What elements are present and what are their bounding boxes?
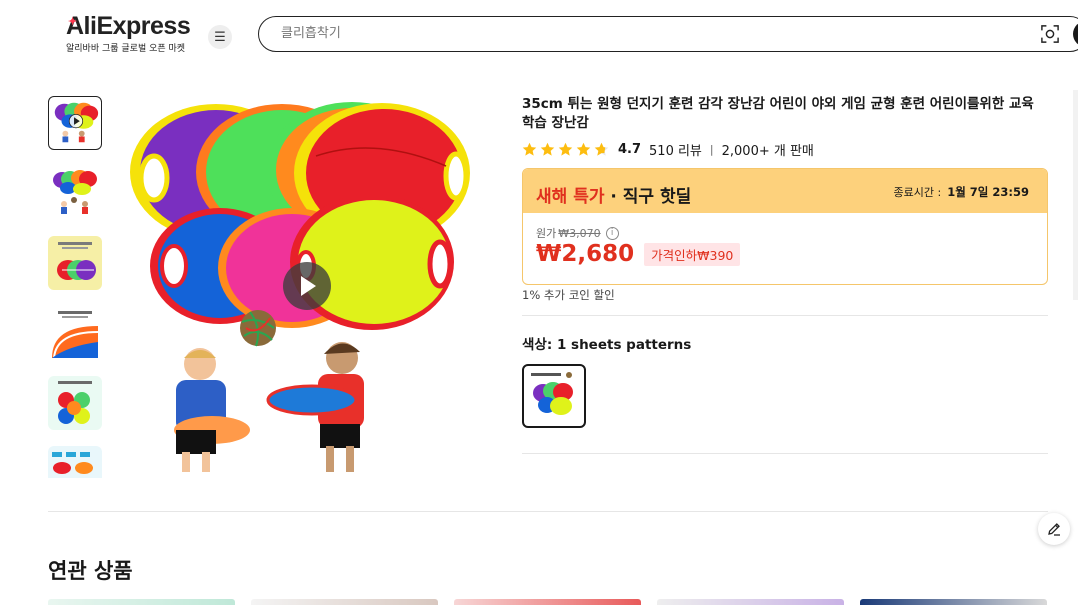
deal-title-rest: · 직구 핫딜 (604, 187, 692, 207)
search-input[interactable] (281, 17, 981, 50)
related-products-title: 연관 상품 (48, 559, 133, 583)
star-icon (576, 142, 591, 156)
star-icon (540, 142, 555, 156)
related-product-card[interactable] (251, 599, 438, 605)
thumbnail-image-6[interactable] (48, 446, 102, 478)
hamburger-icon: ☰ (214, 29, 226, 45)
price-row: ₩2,680 가격인하₩390 (536, 241, 741, 267)
star-half-icon (594, 142, 609, 156)
related-product-card[interactable] (454, 599, 641, 605)
star-icon (522, 142, 537, 156)
search-bar (258, 16, 1078, 52)
original-price: ₩3,070 (558, 226, 601, 240)
related-product-card[interactable] (860, 599, 1047, 605)
search-button[interactable] (1073, 21, 1078, 47)
related-product-card[interactable] (48, 599, 235, 605)
thumbnail-list (48, 96, 104, 478)
section-divider (48, 511, 1048, 512)
divider (522, 315, 1048, 316)
logo-subtitle: 알리바바 그룹 글로벌 오픈 마켓 (66, 44, 186, 54)
related-products-list (48, 599, 1048, 605)
color-swatch-selected[interactable] (522, 364, 586, 428)
thumbnail-image-5[interactable] (48, 376, 102, 430)
thumbnail-image-3[interactable] (48, 236, 102, 290)
separator: | (709, 142, 714, 156)
deal-title: 새해 특가 · 직구 핫딜 (536, 182, 691, 207)
sale-price: ₩2,680 (536, 241, 635, 267)
sparkle-icon: ✦ (68, 16, 77, 28)
deal-end-time: 종료시간 : 1월 7일 23:59 (894, 184, 1029, 200)
review-count[interactable]: 510 리뷰 (649, 140, 702, 159)
menu-button[interactable]: ☰ (208, 25, 232, 49)
coin-discount-note: 1% 추가 코인 할인 (522, 288, 615, 302)
rating-value: 4.7 (618, 141, 642, 157)
color-option-label: 색상: 1 sheets patterns (522, 337, 692, 353)
main-product-image[interactable] (116, 96, 498, 478)
product-title: 35cm 튀는 원형 던지기 훈련 감각 장난감 어린이 야외 게임 균형 훈련… (522, 96, 1034, 131)
star-icon (558, 142, 573, 156)
thumbnail-image-2[interactable] (48, 166, 102, 220)
related-product-card[interactable] (657, 599, 844, 605)
divider (522, 453, 1048, 454)
thumbnail-image-4[interactable] (48, 306, 102, 360)
star-rating (522, 142, 609, 157)
deal-header: 새해 특가 · 직구 핫딜 종료시간 : 1월 7일 23:59 (523, 169, 1047, 213)
logo-text: AliExpress (66, 12, 191, 40)
sold-count: 2,000+ 개 판매 (721, 143, 814, 159)
deal-end-label: 종료시간 : (893, 186, 942, 199)
scroll-edge (1073, 90, 1078, 300)
edit-button[interactable] (1038, 513, 1070, 545)
deal-end-value: 1월 7일 23:59 (947, 185, 1029, 199)
original-price-row: 원가 ₩3,070 i (536, 225, 619, 241)
thumbnail-video[interactable] (48, 96, 102, 150)
camera-search-icon[interactable] (1041, 25, 1059, 43)
deal-title-highlight: 새해 특가 (536, 187, 605, 207)
discount-badge: 가격인하₩390 (644, 242, 741, 266)
original-price-label: 원가 (536, 227, 557, 240)
aliexpress-logo[interactable]: ✦ AliExpress 알리바바 그룹 글로벌 오픈 마켓 (66, 12, 191, 54)
rating-row[interactable]: 4.7 510 리뷰 | 2,000+ 개 판매 (522, 140, 814, 159)
deal-box: 새해 특가 · 직구 핫딜 종료시간 : 1월 7일 23:59 원가 ₩3,07… (522, 168, 1048, 285)
pencil-icon (1048, 523, 1060, 536)
info-icon[interactable]: i (605, 226, 619, 240)
site-header: ✦ AliExpress 알리바바 그룹 글로벌 오픈 마켓 ☰ (0, 0, 1078, 70)
